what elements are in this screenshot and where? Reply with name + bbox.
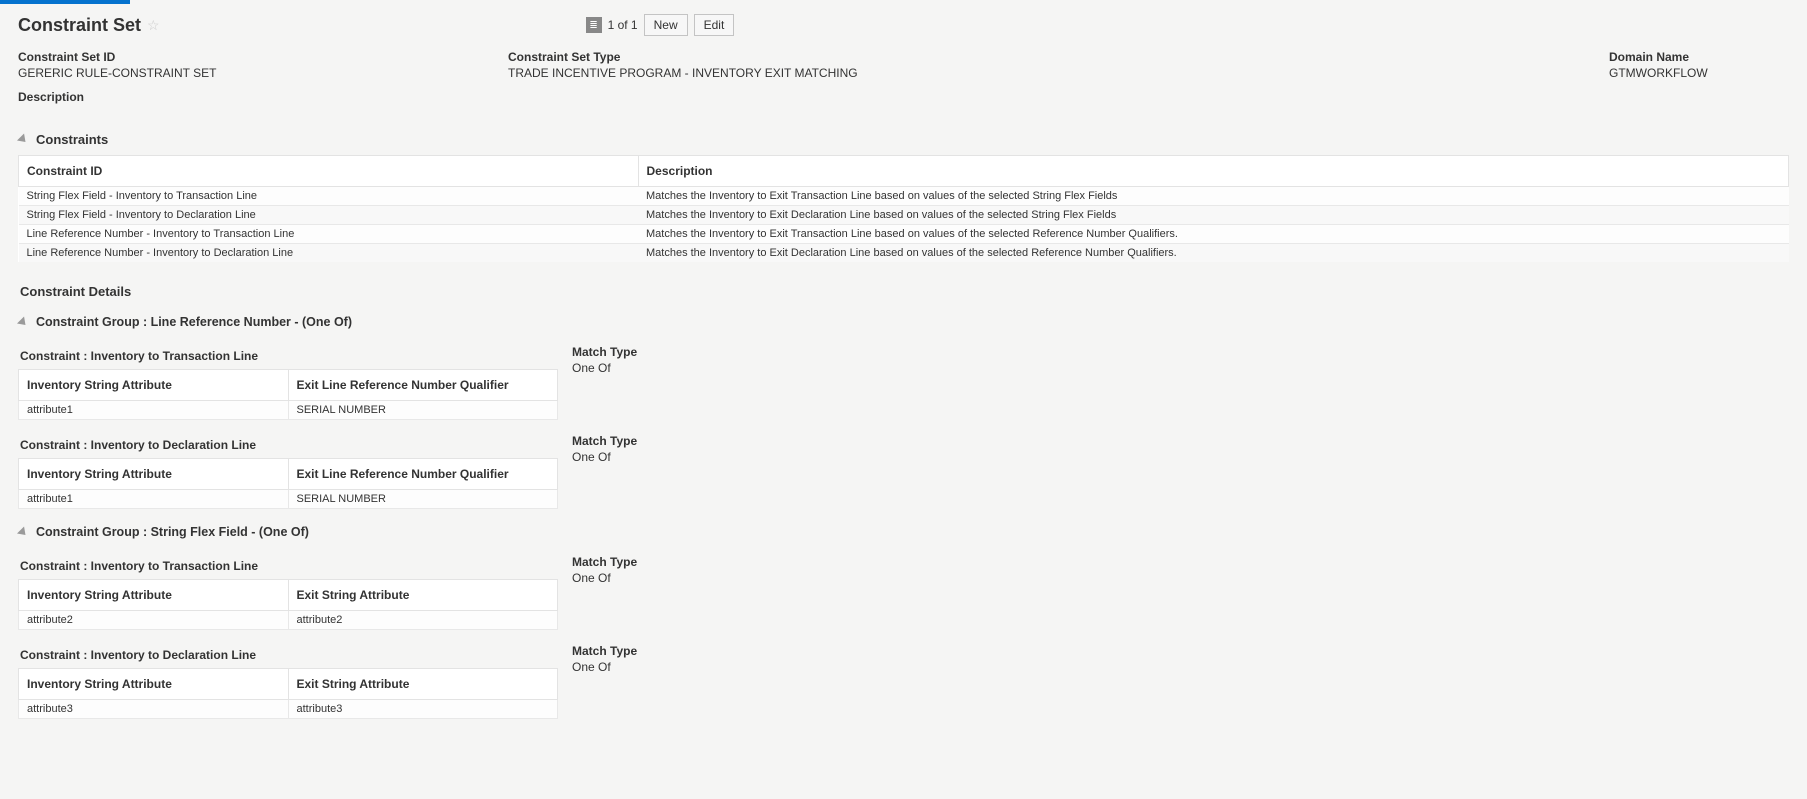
col-inventory-attribute: Inventory String Attribute (19, 580, 289, 611)
constraint-label: Constraint : Inventory to Declaration Li… (20, 438, 572, 452)
constraints-col-id: Constraint ID (19, 156, 639, 187)
collapse-toggle-icon[interactable] (17, 526, 29, 538)
constraint-id-cell: Line Reference Number - Inventory to Tra… (19, 225, 639, 244)
collapse-toggle-icon[interactable] (17, 133, 29, 145)
table-row[interactable]: attribute1SERIAL NUMBER (19, 401, 558, 420)
constraint-set-type-value: TRADE INCENTIVE PROGRAM - INVENTORY EXIT… (508, 66, 1609, 80)
constraint-group-title: Constraint Group : Line Reference Number… (36, 315, 352, 329)
exit-attribute-cell: attribute2 (288, 611, 558, 630)
constraint-group-header: Constraint Group : String Flex Field - (… (18, 525, 1789, 539)
constraints-section-title: Constraints (36, 132, 108, 147)
col-exit-attribute: Exit String Attribute (288, 580, 558, 611)
constraint-group-header: Constraint Group : Line Reference Number… (18, 315, 1789, 329)
match-type-value: One Of (572, 361, 637, 375)
constraint-desc-cell: Matches the Inventory to Exit Declaratio… (638, 244, 1789, 263)
table-row[interactable]: String Flex Field - Inventory to Declara… (19, 206, 1789, 225)
col-exit-attribute: Exit Line Reference Number Qualifier (288, 459, 558, 490)
header-row: Constraint Set ☆ ≣ 1 of 1 New Edit (18, 14, 1789, 36)
pager-text: 1 of 1 (608, 18, 638, 32)
edit-button[interactable]: Edit (694, 14, 735, 36)
pager-actions: ≣ 1 of 1 New Edit (586, 14, 735, 36)
constraint-desc-cell: Matches the Inventory to Exit Transactio… (638, 225, 1789, 244)
match-type-label: Match Type (572, 345, 637, 359)
table-row[interactable]: attribute3attribute3 (19, 700, 558, 719)
table-row[interactable]: attribute2attribute2 (19, 611, 558, 630)
constraints-table: Constraint ID Description String Flex Fi… (18, 155, 1789, 262)
constraint-group-title: Constraint Group : String Flex Field - (… (36, 525, 309, 539)
inventory-attribute-cell: attribute1 (19, 490, 289, 509)
domain-name-value: GTMWORKFLOW (1609, 66, 1789, 80)
match-type-value: One Of (572, 571, 637, 585)
constraint-block: Constraint : Inventory to Transaction Li… (18, 549, 1789, 630)
constraint-block: Constraint : Inventory to Declaration Li… (18, 428, 1789, 509)
exit-attribute-cell: SERIAL NUMBER (288, 490, 558, 509)
exit-attribute-cell: SERIAL NUMBER (288, 401, 558, 420)
inventory-attribute-cell: attribute2 (19, 611, 289, 630)
constraint-block: Constraint : Inventory to Transaction Li… (18, 339, 1789, 420)
constraint-label: Constraint : Inventory to Declaration Li… (20, 648, 572, 662)
constraint-attributes-table: Inventory String AttributeExit Line Refe… (18, 458, 558, 509)
match-type-label: Match Type (572, 644, 637, 658)
constraint-id-cell: Line Reference Number - Inventory to Dec… (19, 244, 639, 263)
match-type-value: One Of (572, 450, 637, 464)
constraint-attributes-table: Inventory String AttributeExit String At… (18, 579, 558, 630)
list-icon[interactable]: ≣ (586, 17, 602, 33)
constraint-id-cell: String Flex Field - Inventory to Transac… (19, 187, 639, 206)
exit-attribute-cell: attribute3 (288, 700, 558, 719)
constraint-desc-cell: Matches the Inventory to Exit Transactio… (638, 187, 1789, 206)
inventory-attribute-cell: attribute3 (19, 700, 289, 719)
constraint-attributes-table: Inventory String AttributeExit Line Refe… (18, 369, 558, 420)
col-inventory-attribute: Inventory String Attribute (19, 669, 289, 700)
table-row[interactable]: String Flex Field - Inventory to Transac… (19, 187, 1789, 206)
match-type-value: One Of (572, 660, 637, 674)
summary-fields: Constraint Set ID GERERIC RULE-CONSTRAIN… (18, 50, 1789, 114)
constraint-set-type-label: Constraint Set Type (508, 50, 1609, 64)
constraint-block: Constraint : Inventory to Declaration Li… (18, 638, 1789, 719)
match-type-label: Match Type (572, 555, 637, 569)
page-title: Constraint Set (18, 15, 141, 36)
constraint-set-id-value: GERERIC RULE-CONSTRAINT SET (18, 66, 508, 80)
col-exit-attribute: Exit String Attribute (288, 669, 558, 700)
constraints-col-desc: Description (638, 156, 1789, 187)
constraint-label: Constraint : Inventory to Transaction Li… (20, 559, 572, 573)
col-inventory-attribute: Inventory String Attribute (19, 370, 289, 401)
table-row[interactable]: Line Reference Number - Inventory to Dec… (19, 244, 1789, 263)
constraint-id-cell: String Flex Field - Inventory to Declara… (19, 206, 639, 225)
constraint-label: Constraint : Inventory to Transaction Li… (20, 349, 572, 363)
table-row[interactable]: Line Reference Number - Inventory to Tra… (19, 225, 1789, 244)
table-row[interactable]: attribute1SERIAL NUMBER (19, 490, 558, 509)
new-button[interactable]: New (644, 14, 688, 36)
match-type-label: Match Type (572, 434, 637, 448)
constraint-desc-cell: Matches the Inventory to Exit Declaratio… (638, 206, 1789, 225)
favorite-star-icon[interactable]: ☆ (147, 17, 160, 34)
constraint-attributes-table: Inventory String AttributeExit String At… (18, 668, 558, 719)
constraint-set-id-label: Constraint Set ID (18, 50, 508, 64)
inventory-attribute-cell: attribute1 (19, 401, 289, 420)
domain-name-label: Domain Name (1609, 50, 1789, 64)
constraints-section-header: Constraints (18, 132, 1789, 147)
col-exit-attribute: Exit Line Reference Number Qualifier (288, 370, 558, 401)
col-inventory-attribute: Inventory String Attribute (19, 459, 289, 490)
constraint-details-title: Constraint Details (20, 284, 1789, 299)
description-label: Description (18, 90, 508, 104)
collapse-toggle-icon[interactable] (17, 316, 29, 328)
